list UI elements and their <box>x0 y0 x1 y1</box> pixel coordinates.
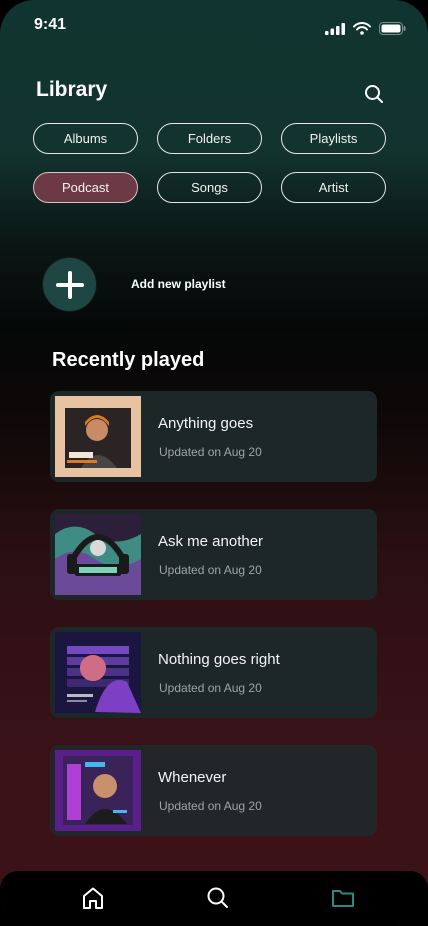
podcast-cover-image <box>55 632 141 713</box>
page-title: Library <box>36 78 108 101</box>
search-icon <box>365 85 383 103</box>
folder-icon <box>332 890 354 907</box>
search-icon <box>207 887 228 908</box>
filter-chip-albums[interactable]: Albums <box>33 123 138 154</box>
recent-item-subtitle: Updated on Aug 20 <box>159 681 262 695</box>
bottom-tab-bar <box>0 871 428 926</box>
filter-chip-songs[interactable]: Songs <box>157 172 262 203</box>
signal-icon <box>325 22 345 35</box>
status-icons <box>325 22 406 35</box>
filter-chip-artist[interactable]: Artist <box>281 172 386 203</box>
library-screen: 9:41 Library Albums Folders Playlists Po… <box>0 0 428 926</box>
status-bar: 9:41 <box>0 0 428 48</box>
recent-item-title: Whenever <box>158 769 227 786</box>
home-icon <box>83 887 103 909</box>
recently-played-heading: Recently played <box>52 349 205 371</box>
add-playlist-label[interactable]: Add new playlist <box>131 277 226 291</box>
recent-item-ask-me-another[interactable]: Ask me another Updated on Aug 20 <box>50 509 377 600</box>
recent-item-subtitle: Updated on Aug 20 <box>159 563 262 577</box>
status-time: 9:41 <box>34 16 67 33</box>
tab-home[interactable] <box>80 885 106 911</box>
tab-search[interactable] <box>205 885 231 911</box>
add-playlist-button[interactable] <box>43 258 96 311</box>
search-button[interactable] <box>362 82 386 106</box>
tab-library[interactable] <box>330 885 356 911</box>
podcast-cover-image <box>55 514 141 595</box>
filter-chip-folders[interactable]: Folders <box>157 123 262 154</box>
recent-item-title: Nothing goes right <box>158 651 280 668</box>
recent-item-subtitle: Updated on Aug 20 <box>159 799 262 813</box>
plus-icon <box>55 270 84 299</box>
recent-item-subtitle: Updated on Aug 20 <box>159 445 262 459</box>
recent-item-nothing-goes-right[interactable]: Nothing goes right Updated on Aug 20 <box>50 627 377 718</box>
recent-item-anything-goes[interactable]: Anything goes Updated on Aug 20 <box>50 391 377 482</box>
filter-chip-playlists[interactable]: Playlists <box>281 123 386 154</box>
filter-chip-podcast[interactable]: Podcast <box>33 172 138 203</box>
recent-item-title: Ask me another <box>158 533 264 550</box>
battery-icon <box>379 22 406 35</box>
recent-item-whenever[interactable]: Whenever Updated on Aug 20 <box>50 745 377 836</box>
podcast-cover-image <box>55 750 141 831</box>
wifi-icon <box>353 22 371 35</box>
recent-item-title: Anything goes <box>158 415 254 432</box>
podcast-cover-image <box>55 396 141 477</box>
